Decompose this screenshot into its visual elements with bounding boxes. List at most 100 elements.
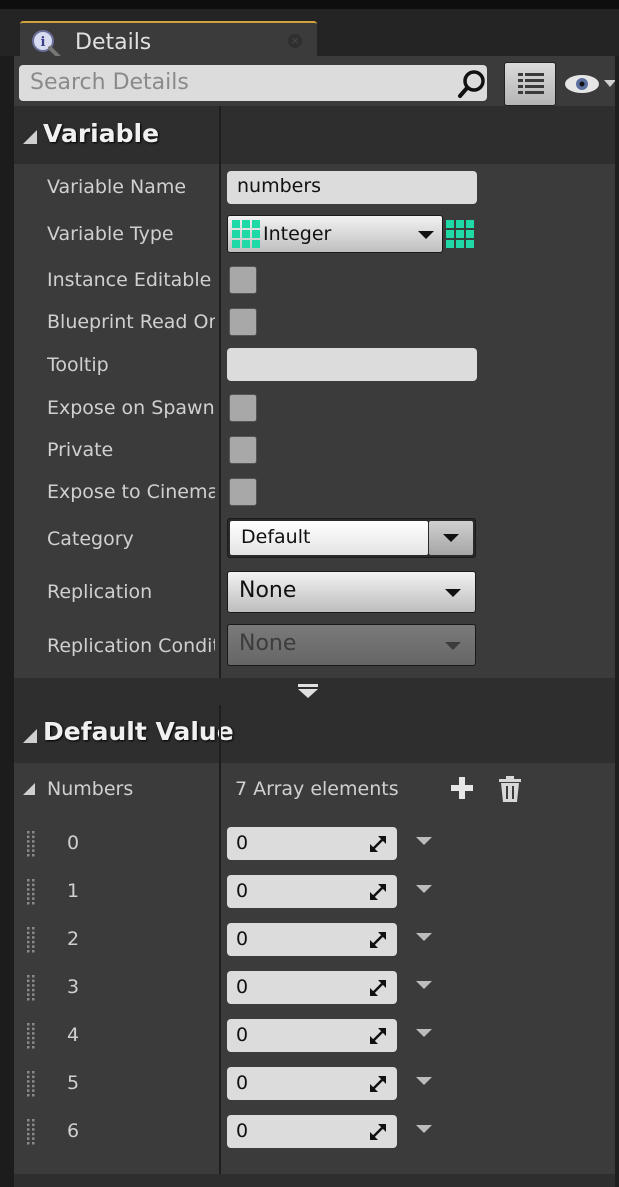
array-element-index: 5 (67, 1072, 80, 1094)
expose-on-spawn-checkbox[interactable] (229, 394, 257, 422)
chevron-down-icon (443, 534, 459, 542)
collapse-triangle-icon (23, 130, 37, 144)
element-options-chevron-icon[interactable] (416, 1077, 432, 1085)
advanced-properties-expander[interactable] (14, 678, 619, 705)
tab-close-button[interactable]: × (288, 34, 302, 48)
element-options-chevron-icon[interactable] (416, 1029, 432, 1037)
variable-type-dropdown[interactable]: Integer (227, 215, 443, 253)
variable-type-value: Integer (263, 223, 332, 245)
drag-resize-icon[interactable] (369, 931, 387, 949)
variable-section-title: Variable (43, 119, 160, 148)
drag-handle-icon[interactable] (25, 1070, 37, 1098)
drag-resize-icon[interactable] (369, 835, 387, 853)
array-element-value-field[interactable]: 0 (227, 875, 397, 908)
array-element-index: 0 (67, 832, 80, 854)
array-label: Numbers (47, 778, 134, 800)
array-element-value-field[interactable]: 0 (227, 1115, 397, 1148)
array-element-value-field[interactable]: 0 (227, 971, 397, 1004)
container-type-icon[interactable] (446, 220, 474, 248)
array-element-value: 0 (236, 1120, 249, 1142)
drag-handle-icon[interactable] (25, 878, 37, 906)
array-element-index: 1 (67, 880, 80, 902)
element-options-chevron-icon[interactable] (416, 1125, 432, 1133)
variable-name-label: Variable Name (47, 176, 187, 198)
default-value-section-title: Default Value (43, 717, 234, 746)
variable-section-header[interactable]: Variable (14, 106, 619, 164)
drag-resize-icon[interactable] (369, 1075, 387, 1093)
eye-visibility-icon[interactable] (564, 72, 619, 96)
search-input[interactable]: Search Details (19, 65, 487, 101)
drag-handle-icon[interactable] (25, 1022, 37, 1050)
svg-text:i: i (41, 35, 46, 50)
search-icon (458, 70, 485, 98)
replication-dropdown[interactable]: None (227, 571, 476, 613)
array-element-row: 20 (14, 920, 619, 960)
drag-handle-icon[interactable] (25, 830, 37, 858)
array-element-value: 0 (236, 1024, 249, 1046)
category-input[interactable]: Default (230, 521, 428, 555)
array-element-value: 0 (236, 832, 249, 854)
column-divider (219, 705, 221, 763)
drag-resize-icon[interactable] (369, 979, 387, 997)
array-element-value-field[interactable]: 0 (227, 923, 397, 956)
element-options-chevron-icon[interactable] (416, 981, 432, 989)
array-element-index: 3 (67, 976, 80, 998)
instance-editable-label: Instance Editable (47, 269, 212, 291)
search-placeholder: Search Details (30, 70, 189, 95)
expose-to-cinematics-checkbox[interactable] (229, 478, 257, 506)
tooltip-field[interactable] (227, 348, 477, 381)
default-value-section-header[interactable]: Default Value (14, 705, 619, 763)
details-magnifier-icon: i (32, 30, 61, 59)
chevron-down-icon (445, 642, 461, 650)
expand-down-arrow-icon (298, 684, 318, 698)
variable-type-label: Variable Type (47, 223, 174, 245)
category-dropdown-button[interactable] (429, 521, 473, 555)
blueprint-read-only-label: Blueprint Read Only (47, 311, 215, 333)
list-view-icon (518, 73, 544, 94)
drag-handle-icon[interactable] (25, 1118, 37, 1146)
category-label: Category (47, 528, 134, 550)
array-collapse-triangle-icon[interactable] (23, 783, 35, 795)
expose-on-spawn-label: Expose on Spawn (47, 397, 215, 419)
private-checkbox[interactable] (229, 436, 257, 464)
array-element-value-field[interactable]: 0 (227, 827, 397, 860)
array-element-index: 4 (67, 1024, 80, 1046)
collapse-triangle-icon (23, 729, 37, 743)
array-element-value: 0 (236, 880, 249, 902)
element-options-chevron-icon[interactable] (416, 885, 432, 893)
integer-type-icon (232, 220, 260, 248)
array-count: 7 Array elements (235, 778, 399, 800)
drag-handle-icon[interactable] (25, 974, 37, 1002)
chevron-down-icon (418, 231, 434, 239)
array-element-value-field[interactable]: 0 (227, 1019, 397, 1052)
drag-resize-icon[interactable] (369, 1027, 387, 1045)
drag-handle-icon[interactable] (25, 926, 37, 954)
array-element-row: 30 (14, 968, 619, 1008)
element-options-chevron-icon[interactable] (416, 837, 432, 845)
array-element-value-field[interactable]: 0 (227, 1067, 397, 1100)
drag-resize-icon[interactable] (369, 1123, 387, 1141)
variable-name-value: numbers (237, 175, 322, 197)
instance-editable-checkbox[interactable] (229, 266, 257, 294)
replication-condition-label: Replication Condition (47, 635, 215, 657)
replication-condition-value: None (239, 631, 297, 656)
trash-icon[interactable] (498, 775, 522, 803)
column-divider (219, 164, 221, 678)
expose-to-cinematics-label: Expose to Cinematics (47, 481, 215, 503)
array-element-value: 0 (236, 976, 249, 998)
tab-bar: i Details × (0, 0, 619, 66)
column-divider (219, 106, 221, 164)
array-element-value: 0 (236, 1072, 249, 1094)
variable-name-field[interactable]: numbers (227, 171, 477, 204)
panel-right-edge (615, 56, 619, 1187)
add-element-icon[interactable] (450, 776, 474, 800)
tab-title: Details (75, 30, 152, 55)
chevron-down-icon (445, 589, 461, 597)
category-combobox[interactable]: Default (227, 518, 476, 558)
array-element-index: 6 (67, 1120, 80, 1142)
blueprint-read-only-checkbox[interactable] (229, 308, 257, 336)
view-options-button[interactable] (504, 62, 556, 106)
element-options-chevron-icon[interactable] (416, 933, 432, 941)
drag-resize-icon[interactable] (369, 883, 387, 901)
tooltip-label: Tooltip (47, 354, 109, 376)
